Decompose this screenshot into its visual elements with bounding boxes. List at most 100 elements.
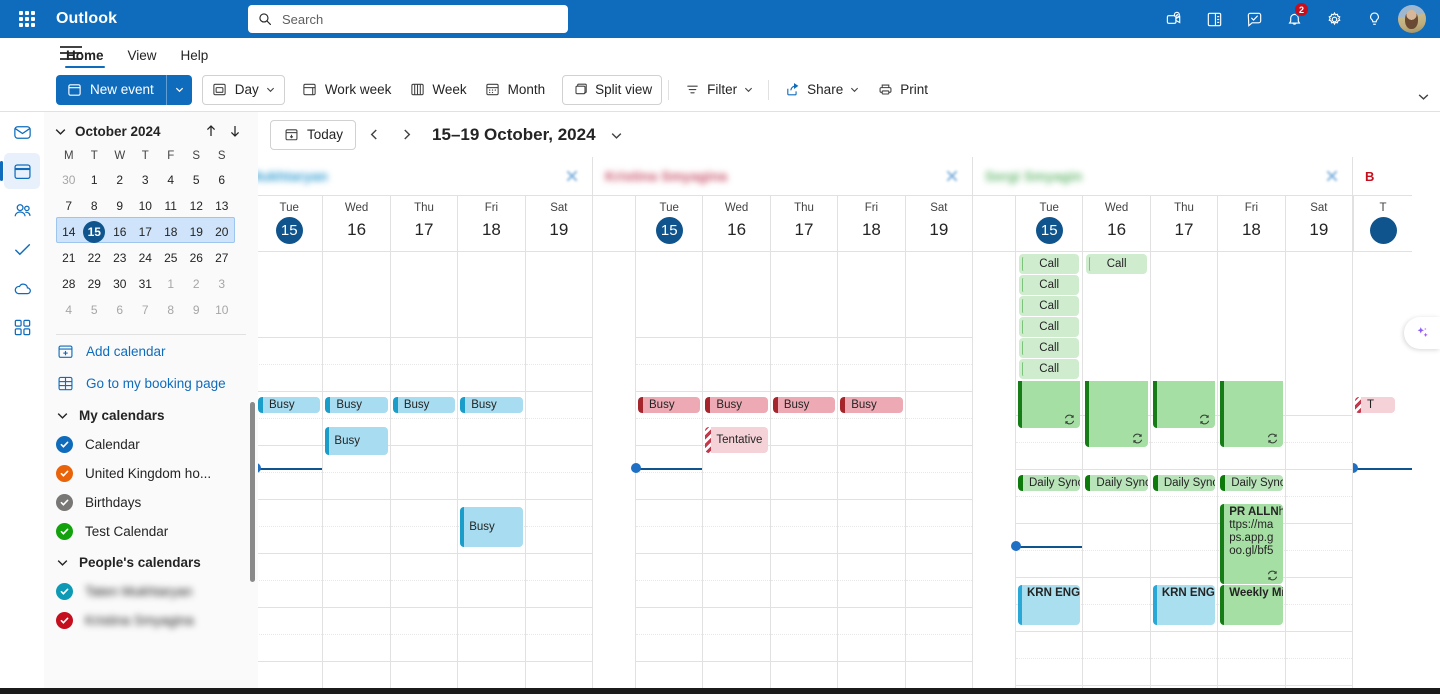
calendar-event[interactable]: SWM: [1085, 381, 1148, 447]
calendar-event[interactable]: SWM: [1220, 381, 1283, 447]
calendar-event[interactable]: Daily Sync I: [1220, 475, 1283, 491]
calendar-checkbox-icon[interactable]: [56, 465, 73, 482]
tab-view[interactable]: View: [118, 44, 167, 68]
all-day-cell[interactable]: [837, 252, 904, 303]
day-column[interactable]: Busy: [837, 303, 905, 694]
day-column[interactable]: [1284, 381, 1352, 694]
mini-calendar-day[interactable]: 7: [133, 297, 159, 322]
chevron-down-icon[interactable]: [744, 85, 753, 94]
rail-item-to-do[interactable]: [4, 231, 40, 267]
tab-help[interactable]: Help: [171, 44, 219, 68]
all-day-cell[interactable]: [904, 252, 972, 303]
mini-calendar-day[interactable]: 4: [56, 297, 82, 322]
all-day-cell[interactable]: [389, 252, 457, 303]
day-column[interactable]: Busy: [769, 303, 838, 694]
all-day-cell[interactable]: [258, 252, 322, 303]
day-column[interactable]: Busy Tentative: [702, 303, 770, 694]
all-day-event[interactable]: Call: [1019, 275, 1080, 295]
mini-calendar-day[interactable]: 21: [56, 245, 82, 270]
my-calendar-item[interactable]: Test Calendar: [44, 517, 258, 546]
mini-calendar-day[interactable]: 5: [184, 167, 210, 192]
day-column[interactable]: SWM Daily Sync I: [1082, 381, 1150, 694]
mini-calendar-day[interactable]: 10: [133, 193, 159, 218]
calendar-event[interactable]: T: [1355, 397, 1395, 413]
day-header-cell[interactable]: Thu 17: [389, 196, 457, 251]
mini-calendar-day[interactable]: 9: [107, 193, 133, 218]
calendar-event[interactable]: Weekly Microsoft: [1220, 585, 1283, 625]
all-day-cell[interactable]: [769, 252, 837, 303]
day-header-cell[interactable]: Tue 15: [635, 196, 702, 251]
day-header-cell[interactable]: Thu 17: [1149, 196, 1217, 251]
mini-calendar-day[interactable]: 15: [82, 219, 108, 244]
day-header-cell[interactable]: Tue 15: [1015, 196, 1082, 251]
my-calendar-item[interactable]: United Kingdom ho...: [44, 459, 258, 488]
day-header-cell[interactable]: Wed 16: [1082, 196, 1149, 251]
all-day-event[interactable]: Call: [1019, 359, 1080, 379]
mini-calendar-day[interactable]: 5: [82, 297, 108, 322]
meet-now-icon[interactable]: [1158, 3, 1190, 35]
my-calendars-group[interactable]: My calendars: [44, 399, 258, 430]
people-calendar-item[interactable]: Kristina Smyagina: [44, 606, 258, 635]
all-day-cell[interactable]: [524, 252, 592, 303]
mini-calendar-day[interactable]: 18: [158, 219, 184, 244]
mini-calendar-day[interactable]: 17: [133, 219, 159, 244]
mini-calendar-day[interactable]: 26: [184, 245, 210, 270]
mini-calendar-day[interactable]: 29: [82, 271, 108, 296]
calendar-event[interactable]: Busy: [325, 397, 388, 413]
mini-calendar-day[interactable]: 1: [82, 167, 108, 192]
add-calendar-button[interactable]: Add calendar: [44, 335, 258, 367]
day-header-cell[interactable]: Wed 16: [702, 196, 769, 251]
prev-week-button[interactable]: [360, 121, 388, 149]
mini-calendar-day[interactable]: 3: [133, 167, 159, 192]
day-column[interactable]: Busy: [389, 303, 458, 694]
next-week-button[interactable]: [392, 121, 420, 149]
rail-item-apps[interactable]: [4, 309, 40, 345]
mini-calendar-day[interactable]: 30: [107, 271, 133, 296]
all-day-event[interactable]: Call: [1019, 254, 1080, 274]
view-day-button[interactable]: Day: [201, 74, 285, 105]
day-column[interactable]: Busy: [631, 303, 703, 694]
filter-button[interactable]: Filter: [675, 75, 762, 105]
all-day-event[interactable]: Call: [1086, 254, 1147, 274]
calendar-event[interactable]: Daily Sync I: [1018, 475, 1081, 491]
mini-calendar-day[interactable]: 4: [158, 167, 184, 192]
all-day-cell[interactable]: Call Call Call Call Call Call: [1015, 252, 1082, 381]
mini-calendar-day[interactable]: 27: [209, 245, 235, 270]
close-icon[interactable]: [1324, 168, 1340, 184]
mini-calendar-day[interactable]: 2: [184, 271, 210, 296]
day-column[interactable]: SWM Daily Sync I PR ALLNhttps://maps.app.g…: [1217, 381, 1285, 694]
time-grid-scroll[interactable]: T: [1353, 303, 1412, 694]
all-day-event[interactable]: Call: [1019, 317, 1080, 337]
close-icon[interactable]: [944, 168, 960, 184]
mini-calendar-day[interactable]: 3: [209, 271, 235, 296]
mini-calendar-day[interactable]: 28: [56, 271, 82, 296]
mini-calendar-day[interactable]: 11: [158, 193, 184, 218]
calendar-event[interactable]: VL LT: [1152, 381, 1216, 428]
day-column[interactable]: [904, 303, 972, 694]
day-header-cell[interactable]: Sat 19: [904, 196, 972, 251]
date-range-picker[interactable]: 15–19 October, 2024: [432, 125, 623, 145]
new-event-dropdown[interactable]: [165, 74, 192, 105]
day-header-cell[interactable]: Sat 19: [524, 196, 592, 251]
calendar-checkbox-icon[interactable]: [56, 494, 73, 511]
all-day-cell[interactable]: [1217, 252, 1284, 381]
calendar-checkbox-icon[interactable]: [56, 612, 73, 629]
rail-item-calendar[interactable]: [0, 153, 40, 189]
day-column[interactable]: [524, 303, 592, 694]
calendar-event[interactable]: Busy: [258, 397, 321, 413]
mini-calendar-day[interactable]: 12: [184, 193, 210, 218]
help-icon[interactable]: [1358, 3, 1390, 35]
notifications-icon[interactable]: 2: [1278, 2, 1310, 35]
share-button[interactable]: Share: [775, 75, 868, 105]
calendar-event[interactable]: Busy: [840, 397, 903, 413]
mini-calendar-day[interactable]: 25: [158, 245, 184, 270]
mini-calendar-day[interactable]: 30: [56, 167, 82, 192]
peoples-calendars-group[interactable]: People's calendars: [44, 546, 258, 577]
calendar-event[interactable]: Busy: [460, 397, 523, 413]
calendar-event[interactable]: KRN ENG: [1152, 585, 1216, 625]
booking-page-button[interactable]: Go to my booking page: [44, 367, 258, 399]
day-column[interactable]: Busy Busy: [322, 303, 390, 694]
calendar-event[interactable]: Busy: [392, 397, 456, 413]
mini-calendar-day[interactable]: 19: [184, 219, 210, 244]
calendar-event[interactable]: Tentative: [705, 427, 768, 453]
